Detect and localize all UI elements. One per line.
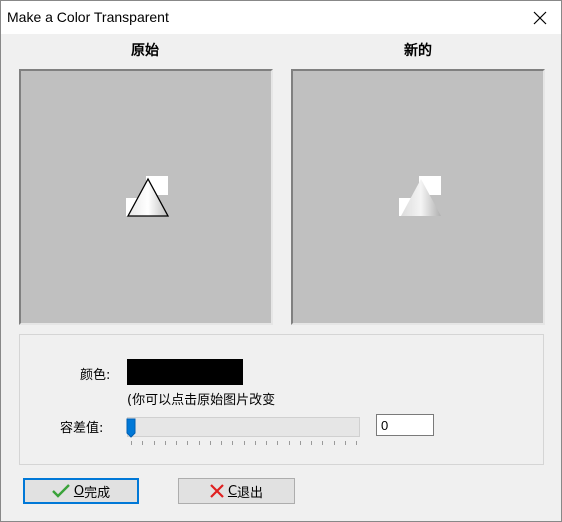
- new-preview: [291, 69, 545, 325]
- cone-icon: [399, 176, 441, 216]
- tolerance-input[interactable]: [376, 414, 434, 436]
- close-button[interactable]: [527, 5, 553, 31]
- original-label: 原始: [131, 43, 159, 59]
- cone-icon: [126, 176, 170, 217]
- color-hint: (你可以点击原始图片改变: [127, 393, 276, 408]
- close-icon: [533, 11, 547, 25]
- slider-thumb[interactable]: [126, 418, 136, 438]
- slider-ticks: [131, 441, 357, 445]
- cancel-button[interactable]: C 退出: [178, 478, 295, 504]
- tolerance-slider[interactable]: [127, 417, 360, 437]
- ok-hotkey: O: [73, 483, 85, 499]
- color-label: 颜色:: [80, 368, 111, 383]
- ok-label: 完成: [84, 485, 111, 501]
- new-label: 新的: [404, 43, 432, 59]
- ok-button[interactable]: O 完成: [23, 478, 139, 504]
- cancel-label: 退出: [237, 485, 264, 501]
- window-title: Make a Color Transparent: [7, 9, 169, 25]
- checkmark-icon: [52, 484, 70, 498]
- color-swatch[interactable]: [127, 359, 243, 385]
- tolerance-label: 容差值:: [60, 421, 104, 436]
- original-preview[interactable]: [19, 69, 273, 325]
- title-bar: Make a Color Transparent: [1, 1, 561, 34]
- cancel-hotkey: C: [227, 483, 238, 499]
- x-icon: [210, 484, 224, 498]
